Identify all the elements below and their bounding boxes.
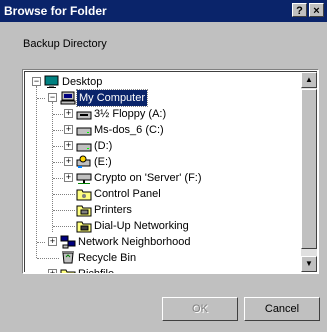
prompt-text: Backup Directory: [23, 38, 107, 50]
tree-item-drive-e[interactable]: + (E:): [25, 154, 300, 170]
tree-item-desktop[interactable]: − Desktop: [25, 74, 300, 90]
tree-item-label: Printers: [94, 204, 132, 216]
expand-icon[interactable]: +: [48, 237, 57, 246]
tree-item-label: (D:): [94, 140, 113, 152]
recycle-bin-icon: [62, 251, 74, 264]
tree-item-label: Dial-Up Networking: [94, 220, 189, 232]
hard-drive-icon: [76, 127, 92, 136]
browse-for-folder-dialog: Browse for Folder ? × Backup Directory −…: [0, 0, 327, 332]
tree-item-drive-c[interactable]: + Ms-dos_6 (C:): [25, 122, 300, 138]
ok-button[interactable]: OK: [162, 297, 238, 321]
tree-item-my-computer[interactable]: − My Computer: [25, 89, 300, 107]
tree-item-richfile[interactable]: + Richfile: [25, 266, 300, 274]
tree-item-floppy[interactable]: + 3½ Floppy (A:): [25, 106, 300, 122]
tree-item-drive-f[interactable]: + Crypto on 'Server' (F:): [25, 170, 300, 186]
control-panel-icon: [76, 189, 92, 201]
tree-item-label: Desktop: [62, 76, 103, 88]
vertical-scrollbar[interactable]: ▲ ▼: [301, 72, 317, 272]
tree-line: [37, 98, 45, 99]
scroll-thumb[interactable]: [301, 89, 317, 249]
tree-line: [53, 210, 75, 211]
cancel-button[interactable]: Cancel: [244, 297, 320, 321]
shared-drive-icon: [76, 155, 91, 168]
window-title: Browse for Folder: [4, 4, 107, 18]
tree-item-label: My Computer: [75, 89, 149, 107]
tree-item-label: Richfile: [78, 268, 115, 274]
tree-item-drive-d[interactable]: + (D:): [25, 138, 300, 154]
expand-icon[interactable]: +: [64, 173, 73, 182]
tree-item-label: Crypto on 'Server' (F:): [94, 172, 202, 184]
tree-item-control-panel[interactable]: Control Panel: [25, 186, 300, 202]
tree-item-label: Ms-dos_6 (C:): [94, 124, 164, 136]
tree-line: [53, 194, 75, 195]
title-bar[interactable]: Browse for Folder ? ×: [0, 0, 327, 22]
folder-tree[interactable]: − Desktop − My Computer + 3½ Floppy (A:)…: [22, 69, 319, 274]
tree-item-label: Recycle Bin: [78, 252, 137, 264]
collapse-icon[interactable]: −: [48, 93, 57, 102]
expand-icon[interactable]: +: [64, 141, 73, 150]
desktop-icon: [44, 75, 59, 88]
expand-icon[interactable]: +: [64, 109, 73, 118]
tree-item-label: Control Panel: [94, 188, 161, 200]
network-neighborhood-icon: [60, 235, 76, 249]
my-computer-icon: [60, 91, 76, 105]
folder-icon: [60, 269, 76, 273]
tree-item-label: (E:): [94, 156, 112, 168]
tree-item-label: 3½ Floppy (A:): [94, 108, 167, 120]
close-button[interactable]: ×: [309, 3, 324, 17]
hard-drive-icon: [76, 143, 92, 152]
tree-item-recycle-bin[interactable]: Recycle Bin: [25, 250, 300, 266]
expand-icon[interactable]: +: [48, 269, 57, 273]
tree-line: [53, 226, 75, 227]
scroll-down-button[interactable]: ▼: [301, 256, 317, 272]
scroll-up-button[interactable]: ▲: [301, 72, 317, 88]
tree-item-printers[interactable]: Printers: [25, 202, 300, 218]
printers-icon: [76, 205, 92, 217]
tree-line: [37, 258, 59, 259]
expand-icon[interactable]: +: [64, 157, 73, 166]
expand-icon[interactable]: +: [64, 125, 73, 134]
floppy-drive-icon: [76, 111, 92, 120]
network-drive-icon: [76, 173, 92, 184]
dialup-networking-icon: [76, 221, 92, 233]
tree-line: [37, 242, 45, 243]
collapse-icon[interactable]: −: [32, 77, 41, 86]
tree-item-dialup-networking[interactable]: Dial-Up Networking: [25, 218, 300, 234]
help-button[interactable]: ?: [292, 3, 307, 17]
tree-item-network-neighborhood[interactable]: + Network Neighborhood: [25, 234, 300, 250]
tree-item-label: Network Neighborhood: [78, 236, 191, 248]
